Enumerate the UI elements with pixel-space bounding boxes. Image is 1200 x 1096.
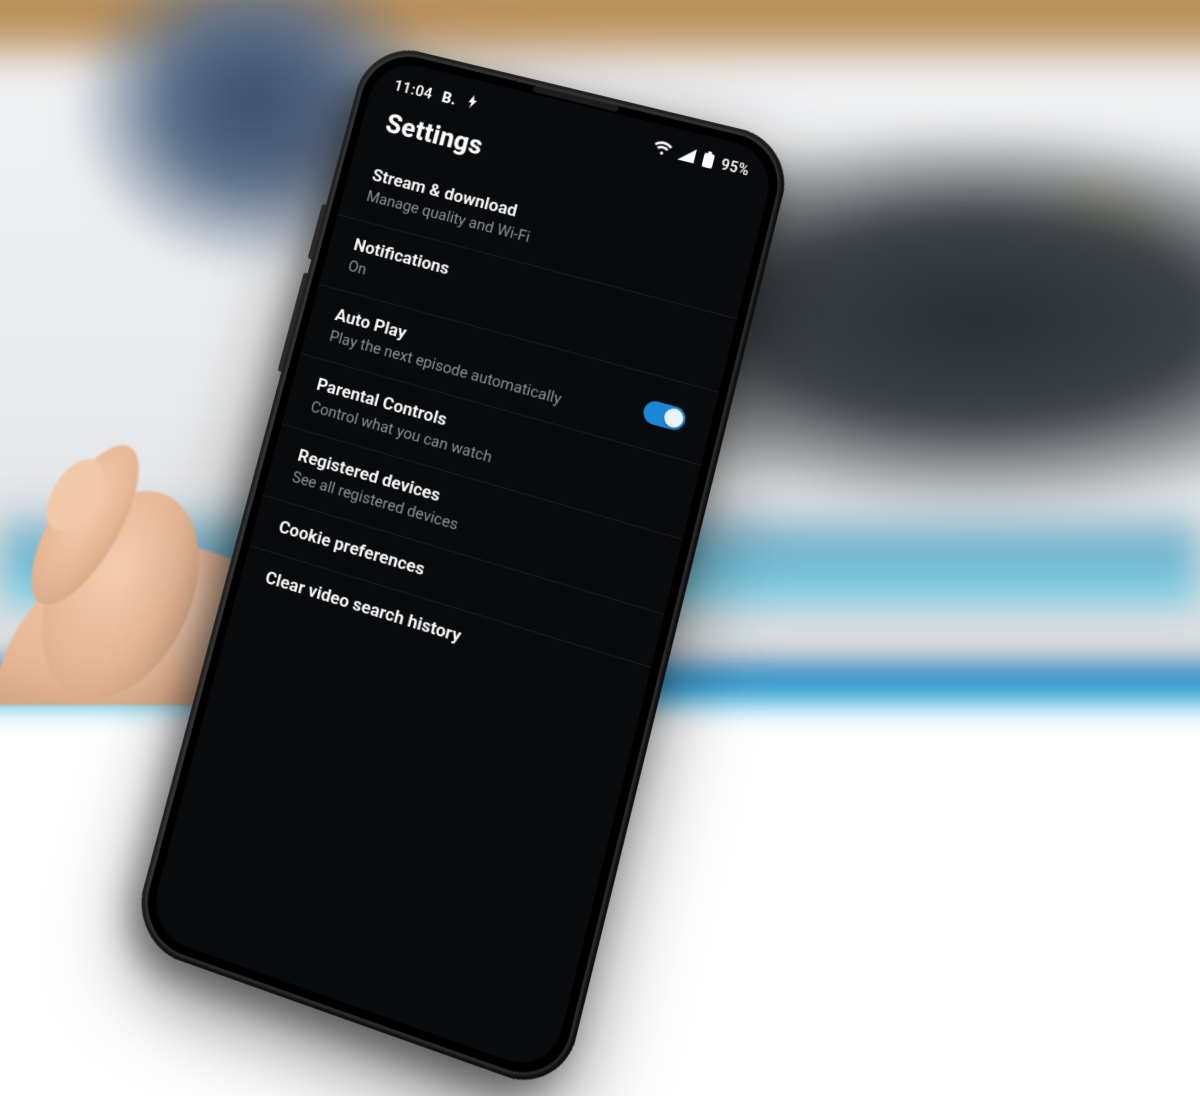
status-battery-text: 95% [719, 157, 751, 180]
lightning-icon [464, 94, 480, 114]
status-app-indicator: B. [440, 88, 459, 109]
auto-play-toggle[interactable] [641, 399, 688, 433]
cell-signal-icon [676, 145, 697, 167]
status-time: 11:04 [392, 76, 435, 103]
battery-icon [699, 150, 716, 173]
wifi-icon [651, 139, 674, 161]
